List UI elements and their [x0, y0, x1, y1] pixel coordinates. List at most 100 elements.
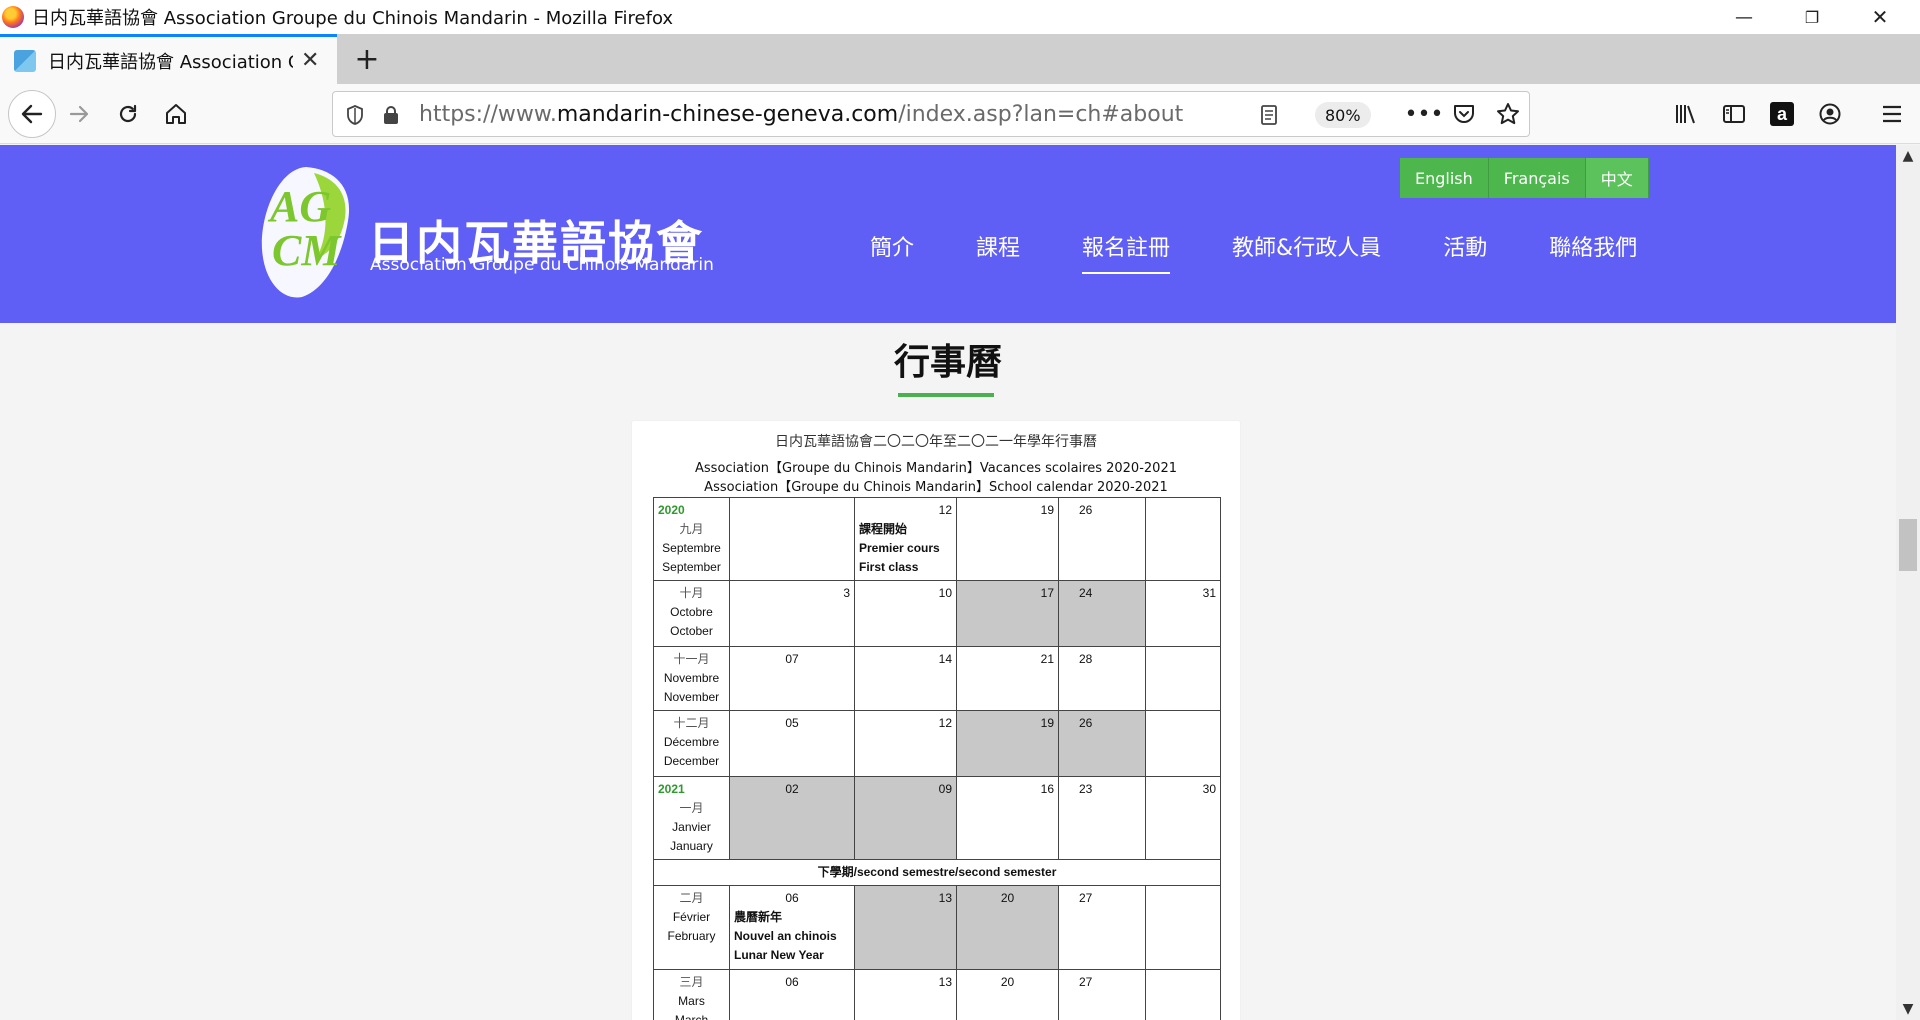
month-en: November	[663, 690, 720, 704]
month-fr: Décembre	[663, 735, 720, 749]
amazon-icon[interactable]: a	[1760, 92, 1804, 136]
nav-item-contact[interactable]: 聯絡我們	[1549, 230, 1637, 262]
page-scrollbar[interactable]: ▲ ▼	[1896, 145, 1920, 1020]
day-cell: 19	[956, 497, 1059, 581]
day-cell: 27	[1058, 885, 1146, 970]
day-cell	[1145, 885, 1221, 970]
calendar-table: 2020 九月 Septembre September 12 課程開始 Prem…	[653, 497, 1221, 1020]
month-cn: 九月	[679, 522, 704, 536]
svg-text:CM: CM	[272, 226, 342, 275]
nav-item-registration[interactable]: 報名註冊	[1082, 230, 1171, 274]
section-title: 行事曆	[893, 341, 1002, 383]
reload-icon	[119, 104, 137, 123]
day-number: 10	[938, 586, 952, 600]
logo-english-name: Association Groupe du Chinois Mandarin	[370, 255, 714, 275]
month-cell: 2021 一月 Janvier January	[653, 776, 730, 860]
reload-button[interactable]	[106, 92, 150, 136]
holiday-cell: 13	[854, 885, 957, 970]
lang-french-button[interactable]: Français	[1488, 158, 1586, 198]
back-icon	[21, 104, 43, 124]
day-number: 06	[785, 975, 799, 989]
site-header: AG CM 日内瓦華語協會 Association Groupe du Chin…	[0, 145, 1896, 323]
holiday-cell: 19	[956, 710, 1059, 777]
lang-chinese-button[interactable]: 中文	[1585, 158, 1649, 198]
reader-view-icon[interactable]	[1251, 92, 1287, 138]
month-en: September	[662, 560, 721, 574]
scrollbar-thumb[interactable]	[1899, 519, 1917, 571]
day-number: 23	[1079, 782, 1093, 796]
month-en: December	[663, 754, 720, 768]
calendar-heading-cn: 日内瓦華語協會二〇二〇年至二〇二一年學年行事曆	[775, 434, 1097, 450]
day-number: 26	[1079, 503, 1093, 517]
semester-divider-row: 下學期/second semestre/second semester	[653, 859, 1221, 886]
day-number: 26	[1079, 716, 1093, 730]
scroll-down-arrow-icon[interactable]: ▼	[1896, 998, 1920, 1020]
nav-item-intro[interactable]: 簡介	[870, 230, 914, 262]
day-number: 20	[1000, 891, 1015, 905]
day-number: 14	[938, 652, 952, 666]
month-fr: Février	[672, 910, 711, 924]
forward-icon	[69, 105, 89, 123]
window-title: 日内瓦華語協會 Association Groupe du Chinois Ma…	[32, 8, 674, 29]
zoom-level-badge[interactable]: 80%	[1315, 102, 1371, 128]
calendar-row: 2021 一月 Janvier January 02 09 16 23 30	[653, 776, 1221, 860]
scroll-up-arrow-icon[interactable]: ▲	[1896, 145, 1920, 167]
holiday-cell: 02	[729, 776, 855, 860]
menu-icon[interactable]	[1870, 92, 1914, 136]
day-cell: 12 課程開始 Premier cours First class	[854, 497, 957, 581]
shield-icon[interactable]	[337, 92, 373, 138]
day-number: 06	[785, 891, 799, 905]
calendar-image: 日内瓦華語協會二〇二〇年至二〇二一年學年行事曆 Association【Grou…	[632, 421, 1240, 1020]
day-cell: 26	[1058, 497, 1146, 581]
pocket-icon[interactable]	[1442, 92, 1486, 136]
year-label: 2020	[658, 503, 685, 517]
day-cell: 20	[956, 969, 1059, 1020]
agcm-logo[interactable]: AG CM	[256, 163, 356, 301]
close-window-button[interactable]: ✕	[1846, 0, 1914, 34]
tab-title: 日内瓦華語協會 Association Gr	[48, 51, 293, 73]
day-cell	[729, 497, 855, 581]
day-cell	[1145, 710, 1221, 777]
account-icon[interactable]	[1808, 92, 1852, 136]
home-icon	[166, 104, 186, 124]
tab-active[interactable]: 日内瓦華語協會 Association Gr ✕	[0, 34, 337, 84]
lock-icon[interactable]	[373, 92, 409, 138]
navigation-toolbar: https://www.mandarin-chinese-geneva.com/…	[0, 84, 1920, 144]
firefox-logo-icon	[2, 6, 24, 28]
forward-button[interactable]	[58, 92, 102, 136]
address-bar[interactable]: https://www.mandarin-chinese-geneva.com/…	[332, 91, 1530, 137]
back-button[interactable]	[8, 90, 56, 138]
day-number: 16	[1040, 782, 1054, 796]
calendar-row: 十月 Octobre October 3 10 17 24 31	[653, 580, 1221, 647]
holiday-cell: 17	[956, 580, 1059, 647]
restore-button[interactable]: ❐	[1778, 0, 1846, 34]
nav-item-teachers[interactable]: 教師&行政人員	[1232, 230, 1381, 262]
more-icon[interactable]: •••	[1402, 92, 1446, 136]
event-label-fr: Premier cours	[859, 541, 940, 555]
month-cn: 二月	[679, 891, 704, 905]
month-cell: 二月 Février February	[653, 885, 730, 970]
home-button[interactable]	[154, 92, 198, 136]
event-label-en: Lunar New Year	[734, 948, 824, 962]
day-number: 05	[785, 716, 799, 730]
new-tab-button[interactable]: +	[350, 42, 384, 77]
calendar-row: 2020 九月 Septembre September 12 課程開始 Prem…	[653, 497, 1221, 581]
month-en: October	[670, 624, 713, 638]
day-cell: 16	[956, 776, 1059, 860]
bookmark-star-icon[interactable]	[1486, 92, 1530, 136]
sidebar-icon[interactable]	[1712, 92, 1756, 136]
url-text[interactable]: https://www.mandarin-chinese-geneva.com/…	[419, 102, 1183, 127]
day-number: 24	[1079, 586, 1093, 600]
lang-english-button[interactable]: English	[1400, 158, 1489, 198]
day-cell: 14	[854, 646, 957, 711]
tab-close-icon[interactable]: ✕	[301, 48, 319, 73]
calendar-heading-en: Association【Groupe du Chinois Mandarin】S…	[704, 480, 1168, 495]
day-cell: 3	[729, 580, 855, 647]
library-icon[interactable]	[1664, 92, 1708, 136]
month-fr: Octobre	[670, 605, 713, 619]
minimize-button[interactable]: —	[1710, 0, 1778, 34]
nav-item-activities[interactable]: 活動	[1443, 230, 1487, 262]
nav-item-courses[interactable]: 課程	[976, 230, 1020, 262]
day-number: 12	[938, 716, 952, 730]
day-cell: 10	[854, 580, 957, 647]
